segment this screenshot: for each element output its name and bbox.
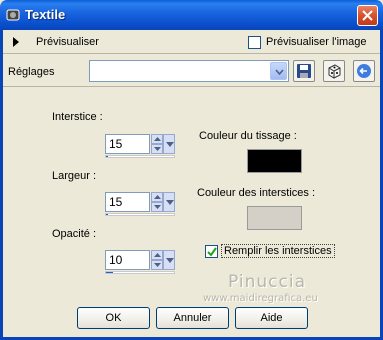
opacite-input[interactable] — [105, 250, 150, 270]
largeur-presets-button[interactable] — [163, 192, 175, 212]
preview-row: Prévisualiser Prévisualiser l'image — [3, 30, 380, 54]
opacite-increment[interactable] — [151, 250, 163, 260]
chevron-down-icon — [166, 258, 174, 263]
reset-button[interactable] — [353, 60, 375, 82]
preview-image-label[interactable]: Prévisualiser l'image — [266, 36, 367, 48]
cancel-button[interactable]: Annuler — [156, 307, 229, 329]
opacite-slider-fill — [106, 272, 113, 273]
largeur-label: Largeur : — [52, 170, 97, 182]
settings-row: Réglages — [3, 55, 380, 87]
interstice-stepper[interactable] — [105, 134, 175, 154]
interstice-input[interactable] — [105, 134, 150, 154]
watermark-name: Pinuccia — [228, 272, 306, 292]
expand-arrow-icon[interactable] — [12, 37, 20, 47]
gap-color-label: Couleur des interstices : — [197, 187, 315, 199]
settings-dropdown[interactable] — [89, 60, 289, 82]
dice-icon — [328, 64, 341, 79]
chevron-down-icon — [166, 142, 174, 147]
floppy-disk-icon — [297, 64, 311, 78]
interstice-slider-fill — [106, 156, 109, 157]
opacite-label: Opacité : — [52, 228, 97, 240]
gap-color-swatch[interactable] — [247, 206, 302, 230]
watermark-url: www.maidiregrafica.eu — [203, 293, 318, 304]
interstice-decrement[interactable] — [151, 144, 163, 154]
help-button[interactable]: Aide — [235, 307, 308, 329]
interstice-label: Interstice : — [52, 111, 103, 123]
checkmark-icon — [207, 247, 217, 257]
preview-image-checkbox[interactable] — [248, 36, 261, 49]
reset-arrow-icon — [357, 64, 371, 78]
largeur-increment[interactable] — [151, 192, 163, 202]
opacite-stepper[interactable] — [105, 250, 175, 270]
fill-gaps-checkbox[interactable] — [205, 245, 218, 258]
opacite-slider[interactable] — [105, 271, 175, 274]
largeur-stepper[interactable] — [105, 192, 175, 212]
weave-color-label: Couleur du tissage : — [199, 130, 297, 142]
opacite-presets-button[interactable] — [163, 250, 175, 270]
largeur-input[interactable] — [105, 192, 150, 212]
largeur-decrement[interactable] — [151, 202, 163, 212]
save-settings-button[interactable] — [293, 60, 315, 82]
largeur-slider-fill — [106, 214, 109, 215]
title-bar: Textile — [0, 0, 383, 30]
ok-button[interactable]: OK — [77, 307, 150, 329]
chevron-down-icon — [166, 200, 174, 205]
opacite-decrement[interactable] — [151, 260, 163, 270]
interstice-presets-button[interactable] — [163, 134, 175, 154]
chevron-down-icon — [275, 69, 284, 75]
app-icon — [6, 8, 20, 22]
largeur-slider[interactable] — [105, 213, 175, 216]
window-title: Textile — [25, 7, 66, 22]
settings-dropdown-button[interactable] — [270, 62, 287, 80]
settings-label: Réglages — [8, 66, 55, 78]
randomize-button[interactable] — [323, 60, 345, 82]
fill-gaps-label[interactable]: Remplir les interstices — [221, 244, 335, 258]
preview-label[interactable]: Prévisualiser — [36, 36, 99, 48]
interstice-slider[interactable] — [105, 155, 175, 158]
close-button[interactable] — [357, 5, 378, 26]
close-icon — [362, 10, 373, 21]
interstice-increment[interactable] — [151, 134, 163, 144]
weave-color-swatch[interactable] — [247, 149, 302, 173]
